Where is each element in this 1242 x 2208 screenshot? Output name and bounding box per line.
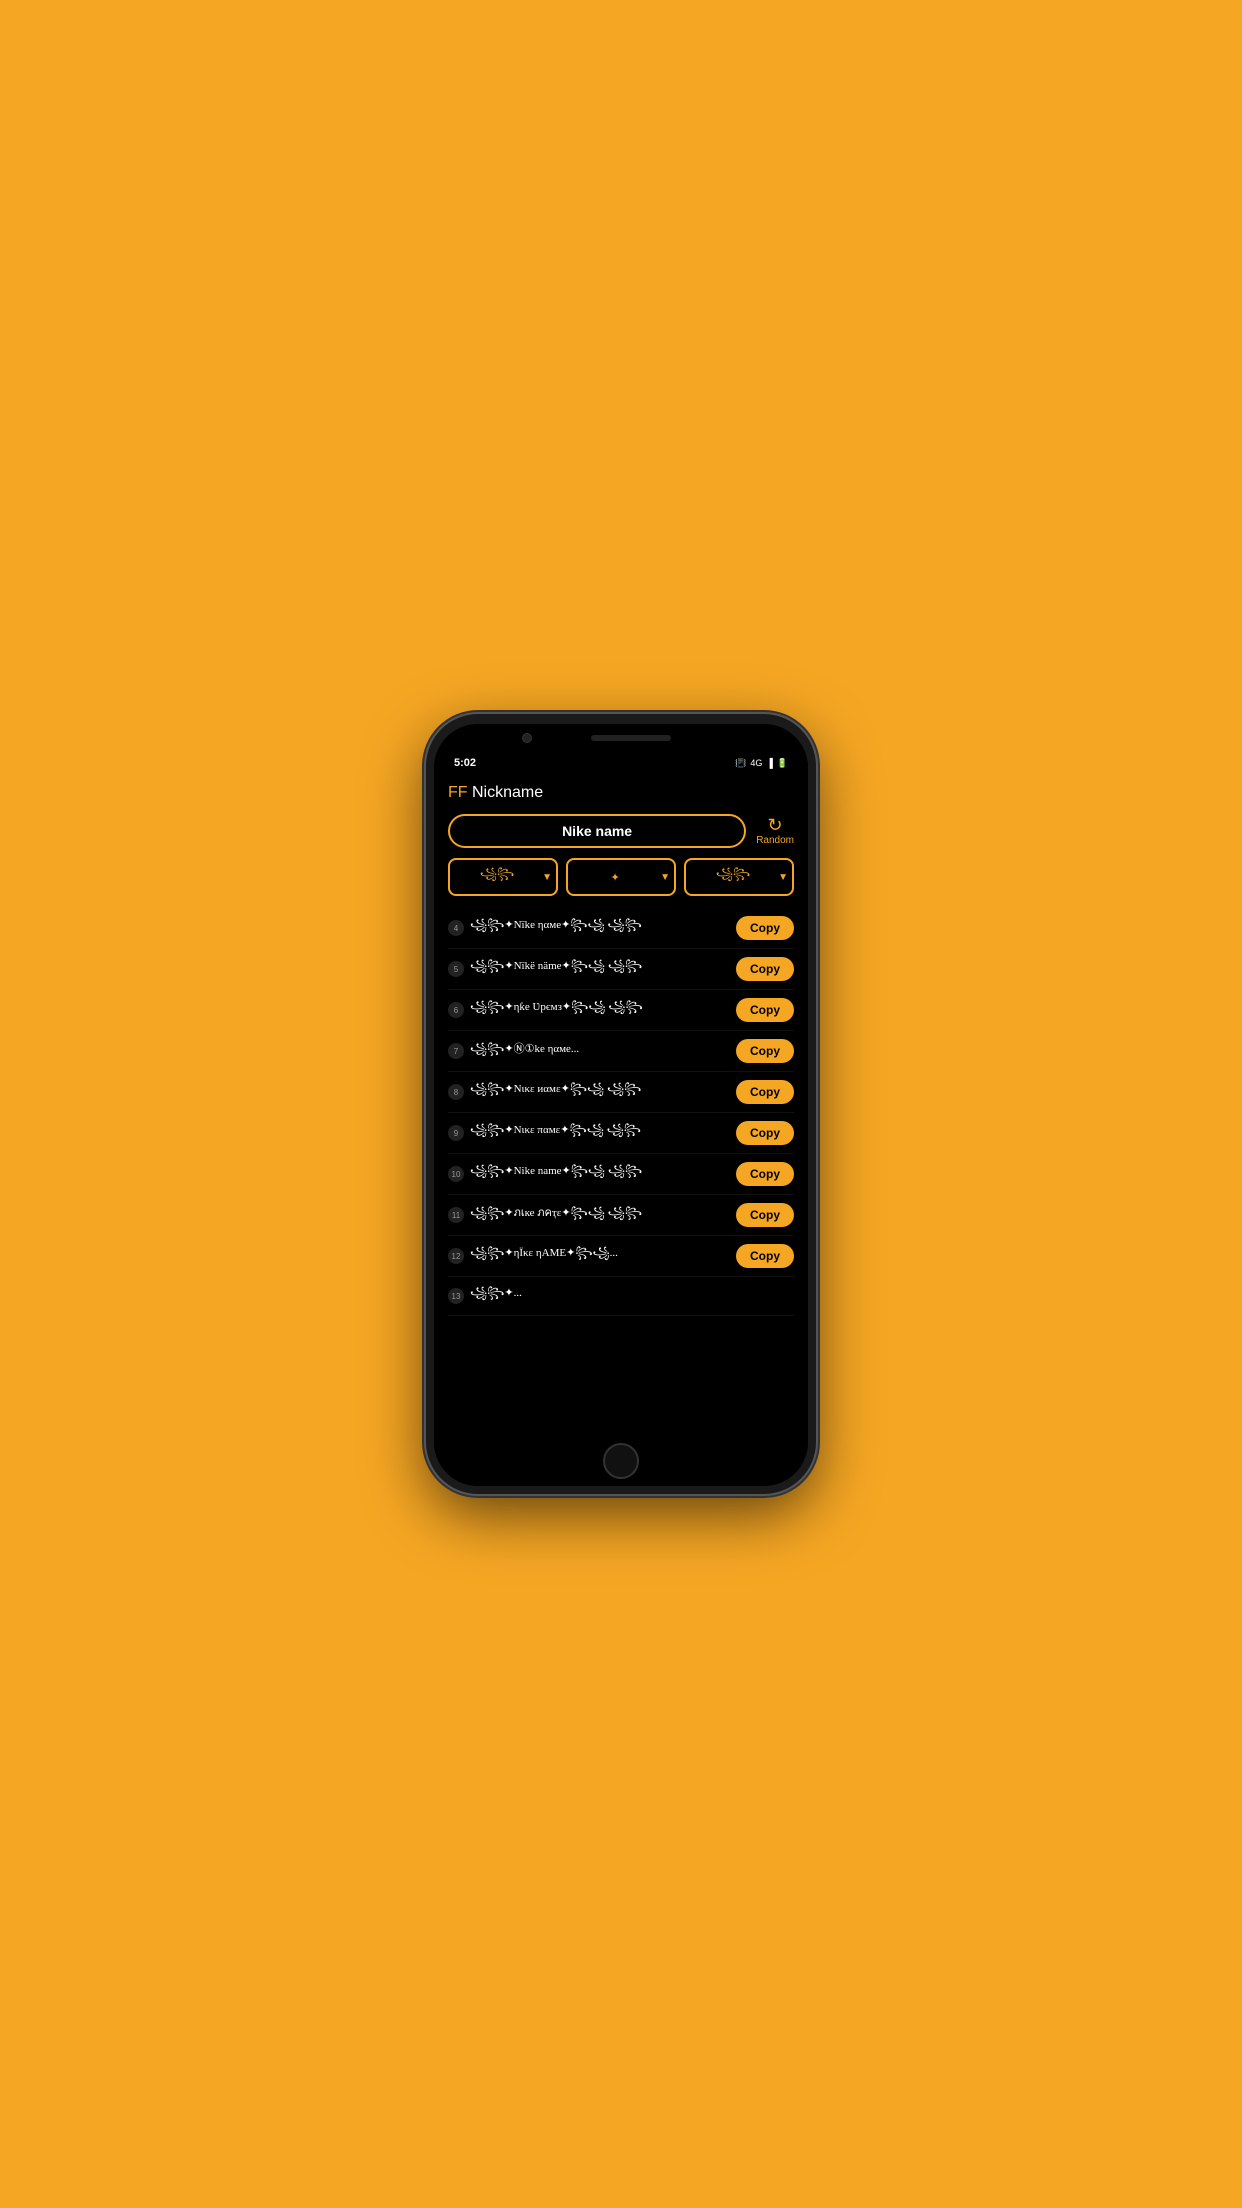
camera-notch xyxy=(522,733,532,743)
list-item: 6 ꧁꧂✦ηƙe Ʋрємз✦꧂꧁ ꧁꧂ Copy xyxy=(448,990,794,1031)
nickname-list: 4 ꧁꧂✦Nïke ηαмe✦꧂꧁ ꧁꧂ Copy 5 ꧁꧂✦Nïkë näme… xyxy=(448,908,794,1436)
copy-button[interactable]: Copy xyxy=(736,1121,794,1145)
list-item: 4 ꧁꧂✦Nïke ηαмe✦꧂꧁ ꧁꧂ Copy xyxy=(448,908,794,949)
item-text: ꧁꧂✦Nικε иαмε✦꧂꧁ ꧁꧂ xyxy=(470,1081,730,1103)
item-text: ꧁꧂✦Nïke ηαмe✦꧂꧁ ꧁꧂ xyxy=(470,917,730,939)
item-text: ꧁꧂✦ภเке ภคҭε✦꧂꧁ ꧁꧂ xyxy=(470,1203,730,1227)
item-text: ꧁꧂✦ηΪκε ηΑΜΕ✦꧂꧁... xyxy=(470,1245,730,1267)
random-icon: ↻ xyxy=(768,816,783,834)
copy-button[interactable]: Copy xyxy=(736,1203,794,1227)
status-bar: 5:02 📳 4G ▐ 🔋 xyxy=(434,752,808,774)
item-number: 12 xyxy=(448,1248,464,1264)
filter-button-3[interactable]: ꧁꧂ ▼ xyxy=(684,858,794,896)
list-item: 7 ꧁꧂✦Ⓝ①ke ηαмe... Copy xyxy=(448,1031,794,1072)
app-title: FF Nickname xyxy=(448,784,543,802)
notch-bar xyxy=(434,724,808,752)
random-label: Random xyxy=(756,835,794,846)
copy-button[interactable]: Copy xyxy=(736,998,794,1022)
list-item: 13 ꧁꧂✦... xyxy=(448,1277,794,1316)
item-text: ꧁꧂✦Nike name✦꧂꧁ ꧁꧂ xyxy=(470,1163,730,1185)
chevron-down-icon-2: ▼ xyxy=(660,872,670,883)
list-item: 12 ꧁꧂✦ηΪκε ηΑΜΕ✦꧂꧁... Copy xyxy=(448,1236,794,1277)
item-number: 11 xyxy=(448,1207,464,1223)
vibrate-icon: 📳 xyxy=(735,758,746,769)
copy-button[interactable]: Copy xyxy=(736,1080,794,1104)
status-icons: 📳 4G ▐ 🔋 xyxy=(735,758,788,769)
list-item: 8 ꧁꧂✦Nικε иαмε✦꧂꧁ ꧁꧂ Copy xyxy=(448,1072,794,1113)
filter-3-text: ꧁꧂ xyxy=(690,866,776,888)
item-text: ꧁꧂✦Nικε παмε✦꧂꧁ ꧁꧂ xyxy=(470,1122,730,1144)
item-number: 6 xyxy=(448,1002,464,1018)
item-text: ꧁꧂✦ηƙe Ʋрємз✦꧂꧁ ꧁꧂ xyxy=(470,999,730,1021)
item-number: 5 xyxy=(448,961,464,977)
copy-button[interactable]: Copy xyxy=(736,1162,794,1186)
random-button[interactable]: ↻ Random xyxy=(756,816,794,846)
item-number: 7 xyxy=(448,1043,464,1059)
filter-row: ꧁꧂ ▼ ✦ ▼ ꧁꧂ ▼ xyxy=(448,858,794,896)
status-time: 5:02 xyxy=(454,757,476,769)
app-header: FF Nickname xyxy=(448,784,794,802)
filter-1-text: ꧁꧂ xyxy=(454,866,540,888)
item-text: ꧁꧂✦Nïkë näme✦꧂꧁ ꧁꧂ xyxy=(470,958,730,980)
chevron-down-icon-3: ▼ xyxy=(778,872,788,883)
app-content: FF Nickname Nike name ↻ Random ꧁꧂ ▼ xyxy=(434,774,808,1436)
copy-button[interactable]: Copy xyxy=(736,916,794,940)
item-number: 9 xyxy=(448,1125,464,1141)
item-text: ꧁꧂✦Ⓝ①ke ηαмe... xyxy=(470,1040,730,1063)
filter-button-1[interactable]: ꧁꧂ ▼ xyxy=(448,858,558,896)
home-button[interactable] xyxy=(603,1443,639,1479)
battery-icon: 🔋 xyxy=(777,758,788,769)
list-item: 10 ꧁꧂✦Nike name✦꧂꧁ ꧁꧂ Copy xyxy=(448,1154,794,1195)
copy-button[interactable]: Copy xyxy=(736,1244,794,1268)
copy-button[interactable]: Copy xyxy=(736,957,794,981)
chevron-down-icon-1: ▼ xyxy=(542,872,552,883)
list-item: 11 ꧁꧂✦ภเке ภคҭε✦꧂꧁ ꧁꧂ Copy xyxy=(448,1195,794,1236)
item-text: ꧁꧂✦... xyxy=(470,1285,794,1307)
title-rest: Nickname xyxy=(472,784,543,801)
list-item: 5 ꧁꧂✦Nïkë näme✦꧂꧁ ꧁꧂ Copy xyxy=(448,949,794,990)
filter-button-2[interactable]: ✦ ▼ xyxy=(566,858,676,896)
filter-2-text: ✦ xyxy=(572,871,658,884)
speaker-notch xyxy=(591,735,671,741)
copy-button[interactable]: Copy xyxy=(736,1039,794,1063)
phone-screen: 5:02 📳 4G ▐ 🔋 FF Nickname Nike name xyxy=(434,724,808,1486)
item-number: 8 xyxy=(448,1084,464,1100)
item-number: 13 xyxy=(448,1288,464,1304)
title-ff: FF xyxy=(448,784,468,801)
item-number: 10 xyxy=(448,1166,464,1182)
signal-4g-icon: 4G xyxy=(750,758,762,768)
home-area xyxy=(434,1436,808,1486)
list-item: 9 ꧁꧂✦Nικε παмε✦꧂꧁ ꧁꧂ Copy xyxy=(448,1113,794,1154)
item-number: 4 xyxy=(448,920,464,936)
wifi-icon: ▐ xyxy=(766,758,772,768)
search-input[interactable]: Nike name xyxy=(448,814,746,848)
search-row: Nike name ↻ Random xyxy=(448,814,794,848)
phone-frame: 5:02 📳 4G ▐ 🔋 FF Nickname Nike name xyxy=(426,714,816,1494)
